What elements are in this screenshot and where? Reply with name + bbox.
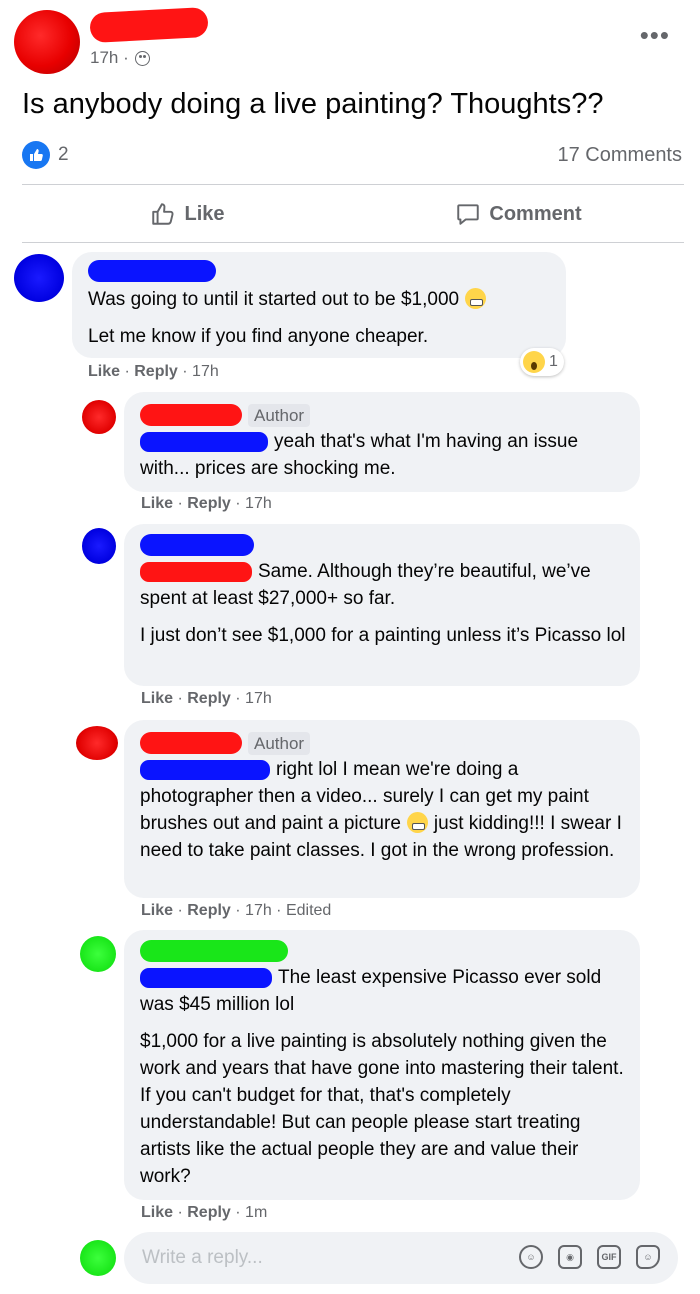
comment-text: yeah that's what I'm having an issue wit… [140,431,579,479]
comment-bubble: The least expensive Picasso ever sold wa… [124,930,640,1200]
like-icon [152,203,175,225]
comment-text: I just don’t see $1,000 for a painting u… [140,625,626,646]
globe-icon [134,50,150,66]
comment-reply-link[interactable]: Reply [187,902,231,919]
comment-time[interactable]: · 17h [235,690,271,707]
post-meta: 17h · [90,48,150,68]
comment-reply-link[interactable]: Reply [187,690,231,707]
comment-button[interactable]: Comment [353,192,684,236]
like-button[interactable]: Like [22,192,353,236]
comment-actions: Like · Reply · 1m [141,1204,268,1221]
like-summary[interactable]: 2 [22,141,69,169]
reply-tools: ☺ ◉ GIF ☺ [519,1245,660,1269]
more-options-icon[interactable]: ••• [640,22,670,48]
comment-like-link[interactable]: Like [141,1204,173,1221]
comment-text: The least expensive Picasso ever sold wa… [140,967,602,1015]
reaction-pill[interactable]: 1 [520,348,564,376]
like-reaction-icon [22,141,50,169]
comment-count[interactable]: 17 Comments [558,144,683,167]
comment-reply-link[interactable]: Reply [134,363,178,380]
reactions-summary: 2 17 Comments [22,140,682,170]
divider [22,242,684,243]
commenter-name-redacted[interactable] [88,260,216,282]
sticker-icon[interactable]: ☺ [636,1245,660,1269]
comment-icon [457,204,480,225]
grimace-emoji-icon [465,288,487,309]
camera-icon[interactable]: ◉ [558,1245,582,1269]
emoji-icon[interactable]: ☺ [519,1245,543,1269]
comment-text: right lol I mean we're doing a photograp… [140,759,622,861]
current-user-avatar [80,1240,116,1276]
commenter-name-redacted[interactable] [140,404,242,426]
mention-redacted[interactable] [140,431,268,452]
post-author-name-redacted[interactable] [89,6,209,44]
comment-time[interactable]: · 17h [235,495,271,512]
comment-text: Let me know if you find anyone cheaper. [88,326,429,347]
commenter-avatar[interactable] [14,254,64,302]
comment-bubble: Author yeah that's what I'm having an is… [124,392,640,492]
comment-like-link[interactable]: Like [141,902,173,919]
comment-bubble: Author right lol I mean we're doing a ph… [124,720,640,898]
commenter-avatar[interactable] [82,400,116,434]
reaction-count: 1 [549,353,558,370]
comment-text: $1,000 for a live painting is absolutely… [140,1031,624,1187]
commenter-avatar[interactable] [76,726,118,760]
comment-reply-link[interactable]: Reply [187,495,231,512]
comment-label: Comment [489,202,582,225]
comment-text: Was going to until it started out to be … [88,286,550,313]
author-badge: Author [248,404,311,427]
wow-reaction-icon [523,351,545,373]
comment-bubble: Same. Although they’re beautiful, we’ve … [124,524,640,686]
author-badge: Author [248,732,311,755]
reply-box: ☺ ◉ GIF ☺ [124,1232,678,1284]
like-count: 2 [58,144,69,165]
commenter-name-redacted[interactable] [140,534,254,556]
comment-time[interactable]: · 1m [235,1204,267,1221]
mention-redacted[interactable] [140,759,270,780]
comment-time[interactable]: · 17h [182,363,218,380]
comment-like-link[interactable]: Like [141,495,173,512]
comment-text: Same. Although they’re beautiful, we’ve … [140,561,591,609]
post-avatar[interactable] [14,10,80,74]
mention-redacted[interactable] [140,561,252,582]
post-actions: Like Comment [22,192,684,236]
gif-icon[interactable]: GIF [597,1245,621,1269]
comment-actions: Like · Reply · 17h [141,495,272,512]
post-title: Is anybody doing a live painting? Though… [22,88,604,120]
comment-like-link[interactable]: Like [141,690,173,707]
comment-actions: Like · Reply · 17h [141,690,272,707]
comment-bubble: Was going to until it started out to be … [72,252,566,358]
comment-time[interactable]: · 17h · Edited [235,902,331,919]
mention-redacted[interactable] [140,967,272,988]
comment-actions: Like · Reply · 17h · Edited [141,902,332,919]
laughing-emoji-icon [406,812,428,833]
divider [22,184,684,185]
commenter-name-redacted[interactable] [140,940,288,962]
like-label: Like [184,202,225,225]
commenter-name-redacted[interactable] [140,732,242,754]
reply-input[interactable] [142,1232,482,1284]
comment-reply-link[interactable]: Reply [187,1204,231,1221]
comment-like-link[interactable]: Like [88,363,120,380]
comment-actions: Like · Reply · 17h [88,363,219,380]
commenter-avatar[interactable] [80,936,116,972]
commenter-avatar[interactable] [82,528,116,564]
post-time[interactable]: 17h · [90,48,129,68]
